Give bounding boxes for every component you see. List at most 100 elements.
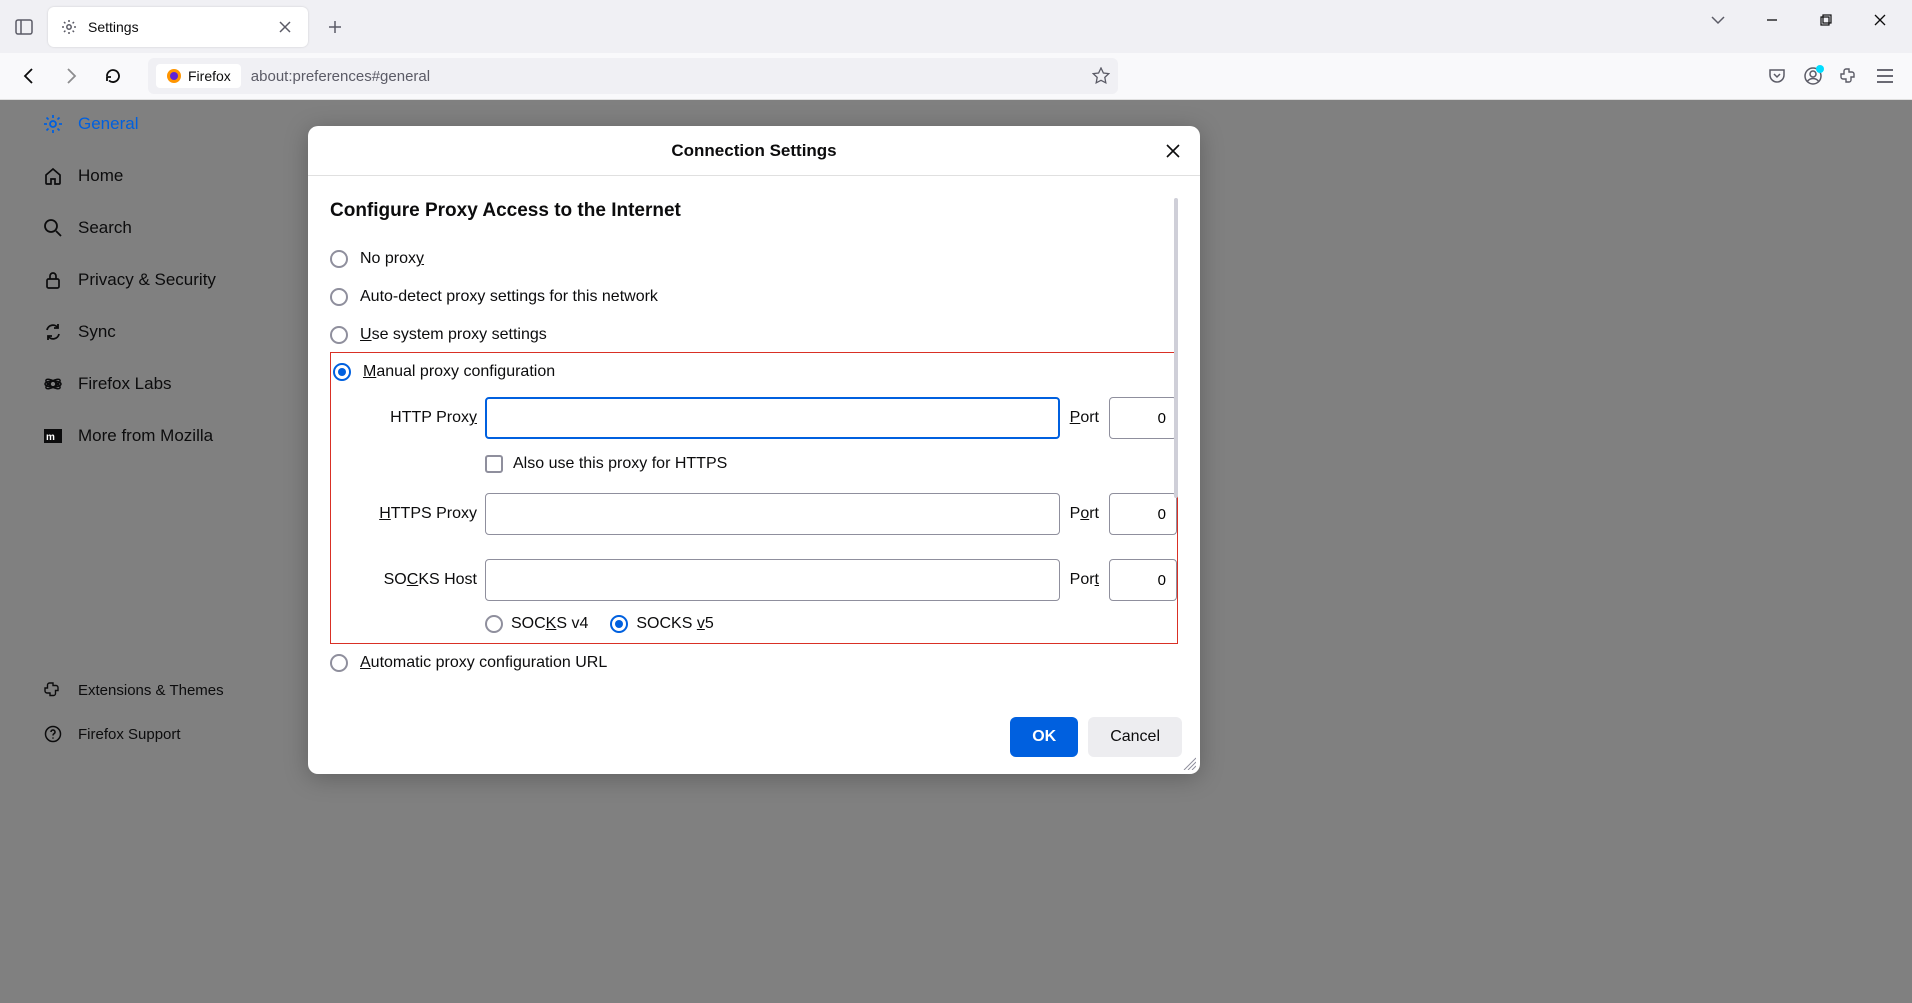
sidebar-item-home[interactable]: Home: [30, 152, 290, 200]
sidebar-item-label: Extensions & Themes: [78, 682, 224, 699]
http-proxy-input[interactable]: [485, 397, 1060, 439]
tab-label: Settings: [88, 19, 264, 35]
radio-icon: [330, 654, 348, 672]
flask-icon: [42, 373, 64, 395]
dialog-footer: OK Cancel: [308, 710, 1200, 774]
firefox-icon: [166, 68, 182, 84]
also-https-row[interactable]: Also use this proxy for HTTPS: [331, 445, 1177, 487]
socks-port-input[interactable]: [1109, 559, 1177, 601]
puzzle-icon: [42, 679, 64, 701]
dialog-header: Connection Settings: [308, 126, 1200, 176]
http-port-input[interactable]: [1109, 397, 1177, 439]
settings-sidebar-footer: Extensions & Themes Firefox Support: [30, 670, 290, 754]
radio-icon: [333, 363, 351, 381]
radio-label: Automatic proxy configuration URL: [360, 654, 607, 672]
sidebar-item-privacy[interactable]: Privacy & Security: [30, 256, 290, 304]
radio-icon: [330, 250, 348, 268]
port-label: Port: [1070, 409, 1099, 427]
forward-button[interactable]: [54, 59, 88, 93]
radio-socks-v4[interactable]: SOCKS v4: [485, 615, 588, 633]
home-icon: [42, 165, 64, 187]
radio-no-proxy[interactable]: No proxy: [330, 240, 1178, 278]
radio-auto-config-url[interactable]: Automatic proxy configuration URL: [330, 644, 1178, 682]
ok-button[interactable]: OK: [1010, 717, 1078, 757]
https-proxy-row: HTTPS Proxy Port: [331, 487, 1177, 541]
checkbox-label: Also use this proxy for HTTPS: [513, 455, 727, 473]
sidebar-item-general[interactable]: General: [30, 100, 290, 148]
radio-icon: [330, 326, 348, 344]
gear-icon: [60, 18, 78, 36]
port-label: Port: [1070, 571, 1099, 589]
mozilla-icon: m: [42, 425, 64, 447]
radio-socks-v5[interactable]: SOCKS v5: [610, 615, 713, 633]
sidebar-item-label: Home: [78, 166, 123, 186]
app-menu-button[interactable]: [1876, 68, 1894, 84]
radio-system-proxy[interactable]: Use system proxy settings: [330, 316, 1178, 354]
bookmark-star-icon[interactable]: [1092, 67, 1110, 85]
radio-icon: [330, 288, 348, 306]
close-window-button[interactable]: [1868, 8, 1892, 32]
https-port-input[interactable]: [1109, 493, 1177, 535]
resize-grip[interactable]: [1180, 754, 1196, 770]
radio-label: No proxy: [360, 250, 424, 268]
maximize-button[interactable]: [1814, 8, 1838, 32]
sidebar-item-label: Sync: [78, 322, 116, 342]
radio-manual-proxy[interactable]: Manual proxy configuration: [331, 353, 1177, 391]
scrollbar[interactable]: [1174, 198, 1178, 498]
url-bar[interactable]: Firefox about:preferences#general: [148, 58, 1118, 94]
extensions-icon[interactable]: [1840, 67, 1858, 85]
account-icon[interactable]: [1804, 67, 1822, 85]
dialog-close-button[interactable]: [1160, 138, 1186, 164]
port-label: Port: [1070, 505, 1099, 523]
sidebar-item-labs[interactable]: Firefox Labs: [30, 360, 290, 408]
socks-host-row: SOCKS Host Port: [331, 553, 1177, 607]
sidebar-item-label: General: [78, 114, 138, 134]
tab-settings[interactable]: Settings: [48, 7, 308, 47]
back-button[interactable]: [12, 59, 46, 93]
new-tab-button[interactable]: [318, 10, 352, 44]
dialog-title: Connection Settings: [671, 141, 836, 161]
tab-strip: Settings: [0, 0, 1912, 53]
reload-button[interactable]: [96, 59, 130, 93]
sidebar-item-search[interactable]: Search: [30, 204, 290, 252]
radio-label: SOCKS v4: [511, 615, 588, 633]
sidebar-item-sync[interactable]: Sync: [30, 308, 290, 356]
sidebar-item-label: Search: [78, 218, 132, 238]
sidebar-item-support[interactable]: Firefox Support: [30, 714, 290, 754]
sidebar-item-more-mozilla[interactable]: m More from Mozilla: [30, 412, 290, 460]
http-proxy-row: HTTP Proxy Port: [331, 391, 1177, 445]
minimize-button[interactable]: [1760, 8, 1784, 32]
identity-label: Firefox: [188, 68, 231, 84]
radio-icon: [485, 615, 503, 633]
list-all-tabs-button[interactable]: [1706, 8, 1730, 32]
https-proxy-label: HTTPS Proxy: [353, 505, 481, 523]
checkbox-icon: [485, 455, 503, 473]
pocket-icon[interactable]: [1768, 67, 1786, 85]
svg-text:m: m: [46, 432, 55, 443]
identity-box[interactable]: Firefox: [156, 64, 241, 88]
sync-icon: [42, 321, 64, 343]
radio-label: Use system proxy settings: [360, 326, 547, 344]
lock-icon: [42, 269, 64, 291]
help-icon: [42, 723, 64, 745]
sidebar-item-extensions[interactable]: Extensions & Themes: [30, 670, 290, 710]
dialog-body: Configure Proxy Access to the Internet N…: [308, 176, 1200, 710]
cancel-button[interactable]: Cancel: [1088, 717, 1182, 757]
socks-host-input[interactable]: [485, 559, 1060, 601]
settings-sidebar: General Home Search Privacy & Security S…: [30, 100, 290, 460]
url-text: about:preferences#general: [251, 68, 430, 85]
manual-config-highlight: Manual proxy configuration HTTP Proxy Po…: [330, 352, 1178, 644]
http-proxy-label: HTTP Proxy: [353, 409, 481, 427]
radio-auto-detect[interactable]: Auto-detect proxy settings for this netw…: [330, 278, 1178, 316]
window-controls: [1686, 0, 1912, 40]
radio-label: Manual proxy configuration: [363, 363, 555, 381]
sidebar-item-label: Firefox Labs: [78, 374, 172, 394]
sidebar-toggle-button[interactable]: [8, 11, 40, 43]
sidebar-item-label: Privacy & Security: [78, 270, 216, 290]
sidebar-item-label: More from Mozilla: [78, 426, 213, 446]
gear-icon: [42, 113, 64, 135]
tab-close-button[interactable]: [274, 16, 296, 38]
toolbar: Firefox about:preferences#general: [0, 53, 1912, 100]
https-proxy-input[interactable]: [485, 493, 1060, 535]
sidebar-item-label: Firefox Support: [78, 726, 181, 743]
